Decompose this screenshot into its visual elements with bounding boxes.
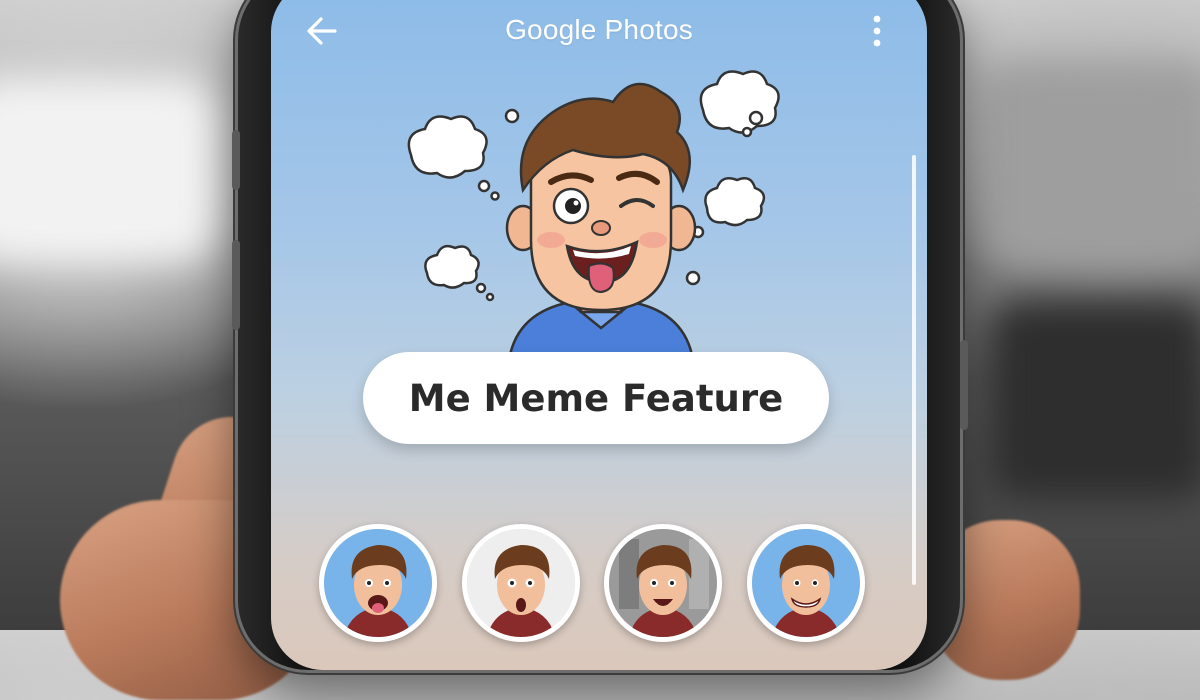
background-blur-left (0, 80, 220, 260)
app-header: Google Photos (271, 0, 927, 60)
meme-avatar-tongue-out[interactable] (319, 524, 437, 642)
feature-title-pill[interactable]: Me Meme Feature (363, 352, 829, 444)
background-blur-right (980, 60, 1200, 260)
scrollbar[interactable] (912, 155, 916, 585)
more-vert-icon (873, 15, 881, 47)
thought-cloud (407, 115, 488, 179)
background-blur-right-dark (990, 300, 1200, 500)
phone-screen: Google Photos Me Meme Feature (271, 0, 927, 670)
meme-avatar-excited[interactable] (604, 524, 722, 642)
phone-power-button (960, 340, 968, 430)
thought-cloud (424, 244, 480, 289)
phone-side-button (232, 240, 240, 330)
thought-cloud (704, 177, 766, 227)
thought-cloud (699, 70, 780, 134)
feature-title: Me Meme Feature (408, 376, 784, 420)
more-options-button[interactable] (865, 12, 889, 50)
meme-illustration (391, 60, 811, 362)
app-title: Google Photos (505, 14, 693, 45)
meme-avatar-surprised[interactable] (462, 524, 580, 642)
phone-side-button (232, 130, 240, 190)
meme-avatar-big-smile[interactable] (747, 524, 865, 642)
